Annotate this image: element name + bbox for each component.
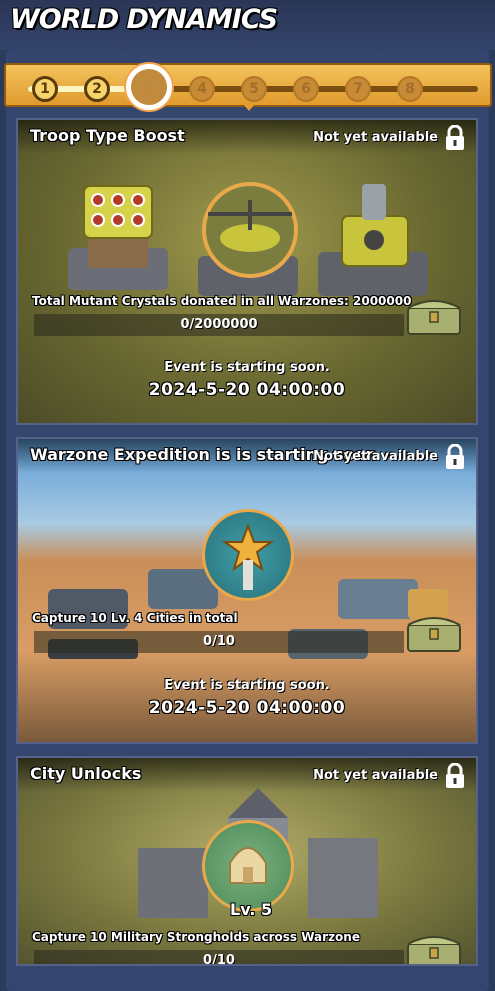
stage-node-1[interactable]: 1 — [32, 76, 58, 102]
task-description: Total Mutant Crystals donated in all War… — [32, 294, 412, 308]
tank-unit — [318, 184, 428, 296]
task-progress: 0/10 — [203, 634, 235, 649]
card-troop-type-boost[interactable]: Troop Type Boost Not yet available Total… — [16, 118, 478, 425]
stage-node-6[interactable]: 6 — [293, 76, 319, 102]
rocket-launcher-unit — [68, 185, 168, 290]
palace-emblem — [202, 820, 294, 912]
card-warzone-expedition[interactable]: Warzone Expedition is is starting soon N… — [16, 437, 478, 744]
lock-icon — [446, 763, 464, 788]
stage-node-3-current[interactable]: 3 — [126, 64, 172, 110]
expedition-emblem — [202, 509, 294, 601]
task-progress-row: 0/10 — [34, 631, 404, 653]
card-city-unlocks[interactable]: City Unlocks Not yet available Lv. 5 Cap… — [16, 756, 478, 966]
task-progress: 0/10 — [203, 953, 235, 966]
level-label: Lv. 5 — [230, 900, 273, 919]
stage-progress-bar: 1 2 3 4 5 6 7 8 — [4, 63, 492, 110]
task-progress-row: 0/2000000 — [34, 314, 404, 336]
event-start-time: 2024-5-20 04:00:00 — [148, 380, 346, 400]
star-icon — [221, 523, 275, 590]
stage-node-4[interactable]: 4 — [189, 76, 215, 102]
palace-icon — [229, 847, 267, 884]
event-start-time: 2024-5-20 04:00:00 — [148, 698, 346, 718]
lock-icon — [446, 444, 464, 469]
stage-node-2[interactable]: 2 — [84, 76, 110, 102]
stage-node-8[interactable]: 8 — [397, 76, 423, 102]
header: WORLD DYNAMICS — [0, 0, 495, 50]
task-description: Capture 10 Lv. 4 Cities in total — [32, 611, 238, 625]
card-title: Troop Type Boost — [30, 126, 185, 145]
task-progress: 0/2000000 — [180, 317, 258, 332]
status-label: Not yet available — [313, 130, 438, 145]
lock-icon — [446, 125, 464, 150]
event-start-note: Event is starting soon. — [164, 678, 330, 693]
event-start-note: Event is starting soon. — [164, 360, 330, 375]
stage-node-7[interactable]: 7 — [345, 76, 371, 102]
status-label: Not yet available — [313, 768, 438, 783]
task-description: Capture 10 Military Strongholds across W… — [32, 930, 360, 944]
chest-icon[interactable] — [406, 930, 462, 966]
chest-icon[interactable] — [406, 294, 462, 336]
status-label: Not yet available — [313, 449, 438, 464]
stage-pointer-icon — [243, 104, 255, 111]
chest-icon[interactable] — [406, 611, 462, 653]
stage-node-5[interactable]: 5 — [241, 76, 267, 102]
helicopter-unit — [198, 182, 298, 296]
card-title: City Unlocks — [30, 764, 142, 783]
task-progress-row: 0/10 — [34, 950, 404, 966]
page-title: WORLD DYNAMICS — [10, 4, 278, 35]
